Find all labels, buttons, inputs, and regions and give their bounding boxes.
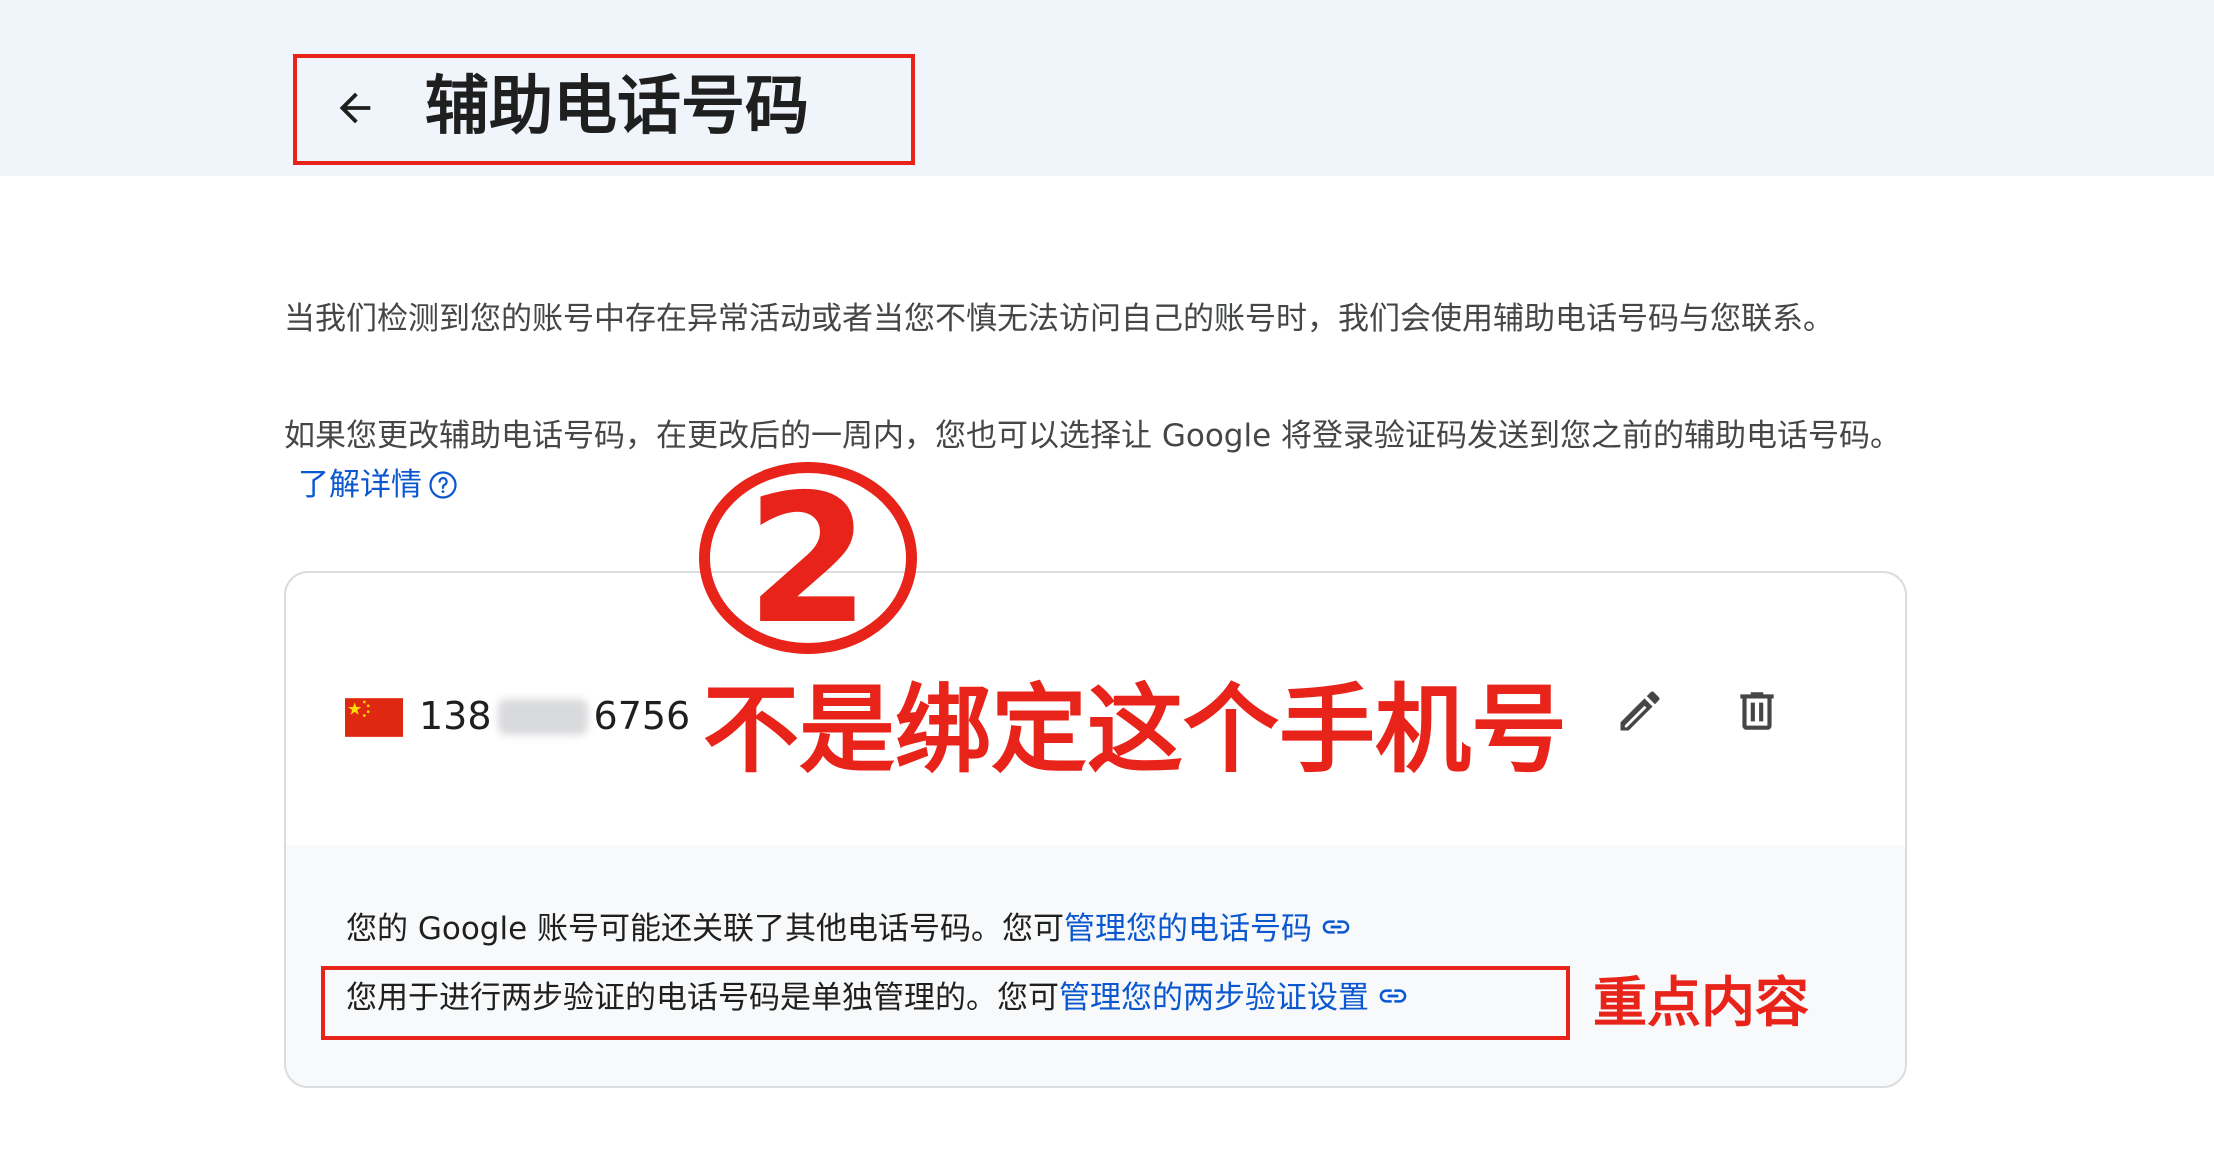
two-step-highlight-box — [321, 966, 1570, 1040]
learn-more-link[interactable]: 了解详情 — [298, 467, 458, 503]
link-icon — [1322, 920, 1350, 934]
phone-number-prefix: 138 — [419, 694, 492, 738]
description-paragraph-1: 当我们检测到您的账号中存在异常活动或者当您不慎无法访问自己的账号时，我们会使用辅… — [284, 295, 1904, 344]
description-paragraph-2: 如果您更改辅助电话号码，在更改后的一周内，您也可以选择让 Google 将登录验… — [284, 412, 1904, 510]
key-content-annotation: 重点内容 — [1593, 971, 1809, 1034]
help-circle-icon — [429, 471, 457, 499]
manage-phones-label: 管理您的电话号码 — [1064, 911, 1313, 947]
step-number-annotation: 2 — [699, 462, 917, 654]
description-text-2: 如果您更改辅助电话号码，在更改后的一周内，您也可以选择让 Google 将登录验… — [284, 418, 1902, 454]
phone-number-suffix: 6756 — [593, 694, 691, 738]
pencil-icon — [1620, 691, 1660, 731]
china-flag-icon — [345, 698, 403, 737]
learn-more-label: 了解详情 — [298, 467, 422, 503]
other-phones-text: 您的 Google 账号可能还关联了其他电话号码。您可 — [346, 911, 1065, 947]
other-phones-note: 您的 Google 账号可能还关联了其他电话号码。您可管理您的电话号码 — [346, 905, 1352, 953]
phone-note-annotation: 不是绑定这个手机号 — [703, 674, 1567, 786]
redacted-digits — [497, 699, 588, 735]
delete-button[interactable] — [1725, 679, 1789, 743]
manage-phones-link[interactable]: 管理您的电话号码 — [1064, 911, 1352, 947]
trash-icon — [1740, 692, 1774, 730]
phone-number: 138 6756 — [419, 686, 690, 746]
edit-button[interactable] — [1608, 679, 1672, 743]
description-text-1: 当我们检测到您的账号中存在异常活动或者当您不慎无法访问自己的账号时，我们会使用辅… — [284, 301, 1834, 337]
title-highlight-box — [293, 54, 915, 165]
